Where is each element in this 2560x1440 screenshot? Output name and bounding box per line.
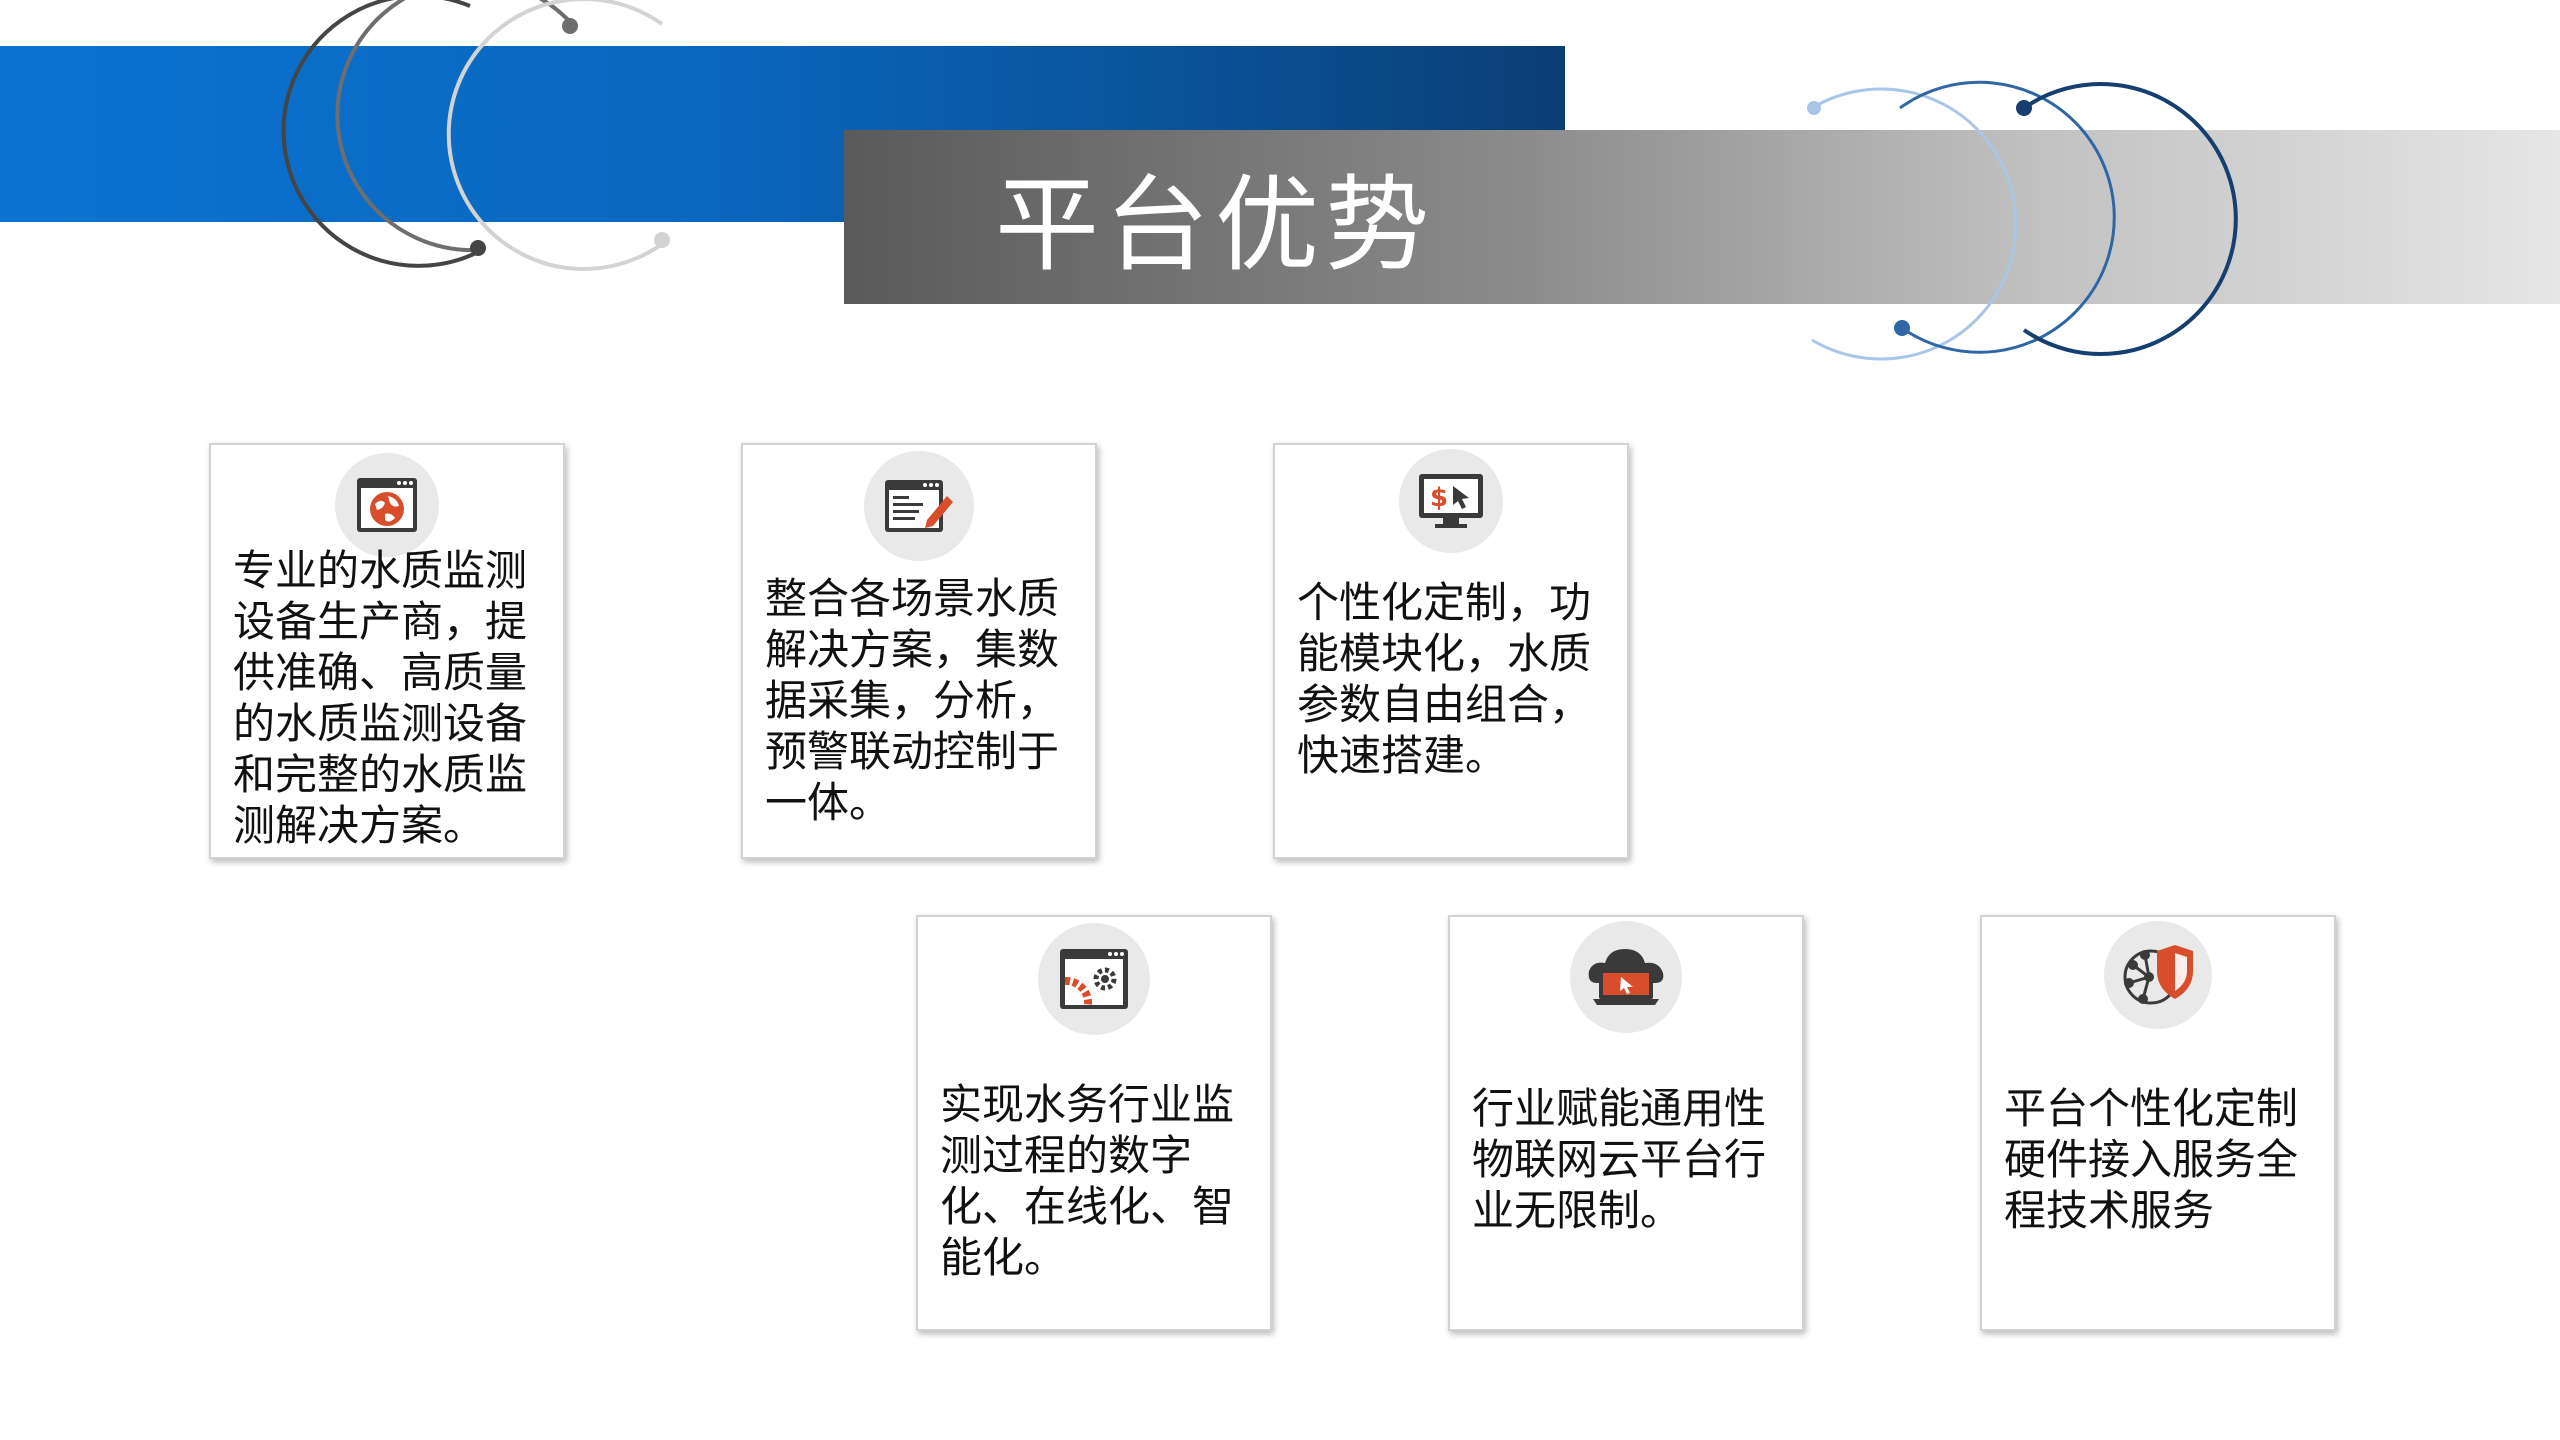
- monitor-dollar-icon: $: [1399, 449, 1503, 553]
- advantage-text-3: 个性化定制，功能模块化，水质参数自由组合，快速搭建。: [1297, 578, 1592, 780]
- document-edit-icon: [864, 451, 974, 561]
- cloud-laptop-icon: [1570, 921, 1682, 1033]
- advantage-card-1: 专业的水质监测设备生产商，提供准确、高质量的水质监测设备和完整的水质监测解决方案…: [209, 443, 565, 859]
- advantage-text-6: 平台个性化定制硬件接入服务全程技术服务: [2004, 1084, 2299, 1235]
- window-gears-icon: [1038, 923, 1150, 1035]
- page-title: 平台优势: [995, 163, 1436, 286]
- advantage-card-5: 行业赋能通用性物联网云平台行业无限制。: [1448, 915, 1804, 1331]
- advantage-text-2: 整合各场景水质解决方案，集数据采集，分析，预警联动控制于一体。: [765, 574, 1060, 827]
- svg-text:$: $: [1430, 483, 1448, 513]
- advantage-card-6: 平台个性化定制硬件接入服务全程技术服务: [1980, 915, 2336, 1331]
- advantage-card-3: $ 个性化定制，功能模块化，水质参数自由组合，快速搭建。: [1273, 443, 1629, 859]
- network-shield-icon: [2104, 921, 2212, 1029]
- globe-window-icon: [335, 453, 439, 557]
- advantage-card-2: 整合各场景水质解决方案，集数据采集，分析，预警联动控制于一体。: [741, 443, 1097, 859]
- advantage-text-5: 行业赋能通用性物联网云平台行业无限制。: [1472, 1084, 1767, 1235]
- advantage-card-4: 实现水务行业监测过程的数字化、在线化、智能化。: [916, 915, 1272, 1331]
- advantage-text-1: 专业的水质监测设备生产商，提供准确、高质量的水质监测设备和完整的水质监测解决方案…: [233, 546, 528, 850]
- advantage-text-4: 实现水务行业监测过程的数字化、在线化、智能化。: [940, 1080, 1235, 1282]
